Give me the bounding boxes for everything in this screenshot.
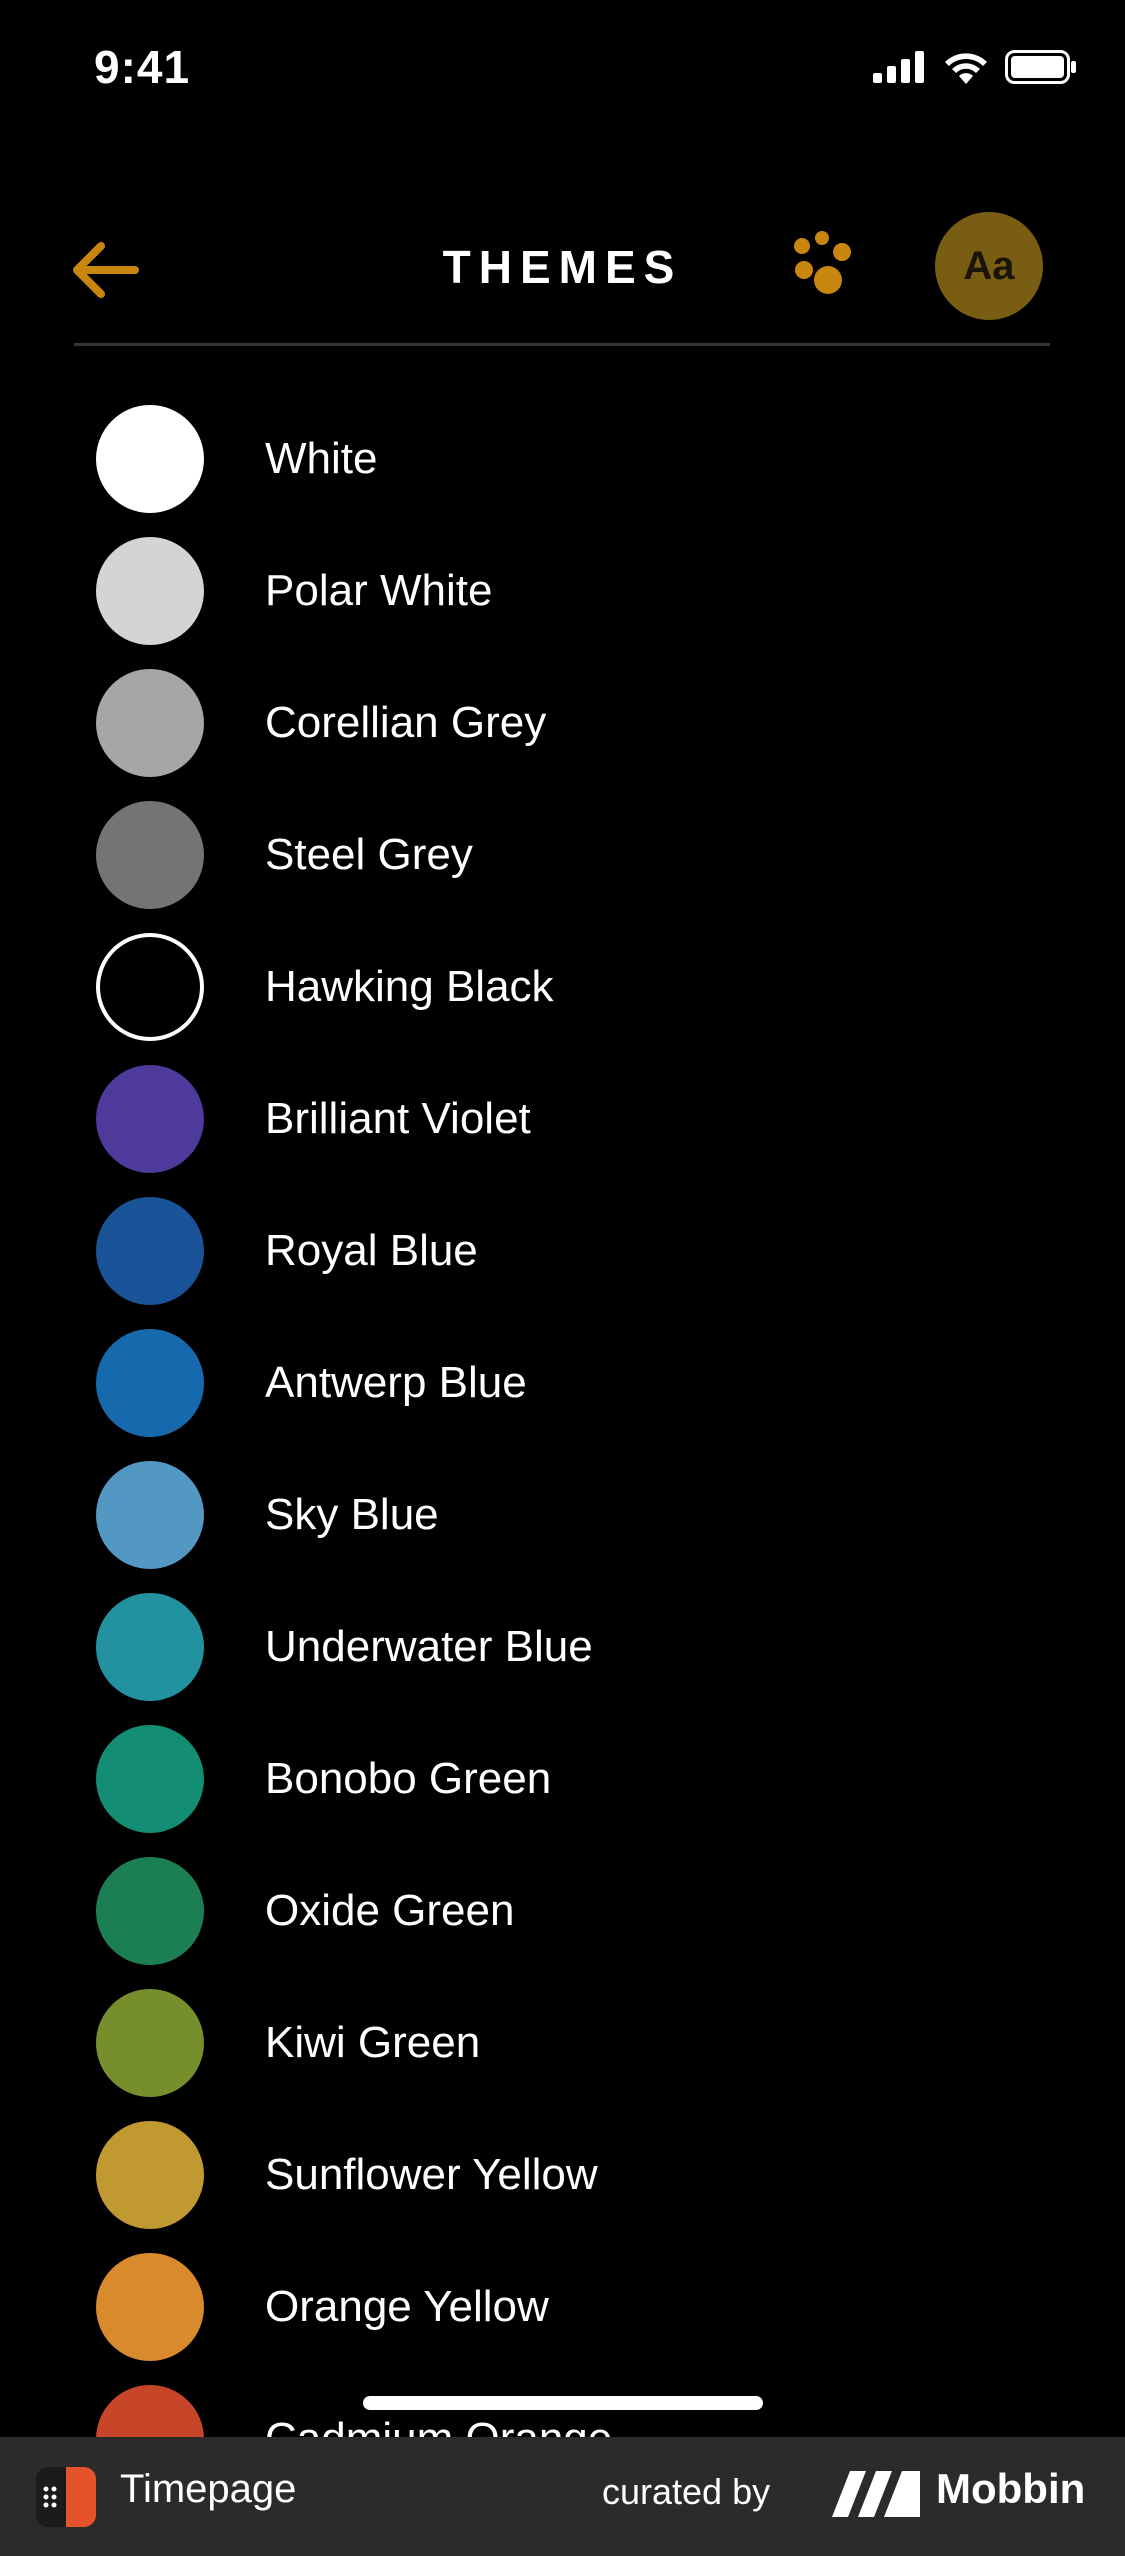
theme-label: White <box>265 434 378 483</box>
paw-dots-icon <box>794 231 851 294</box>
theme-swatch <box>96 405 204 513</box>
palette-button[interactable] <box>780 230 870 310</box>
theme-label: Cadmium Orange <box>265 2414 612 2437</box>
app-name: Timepage <box>120 2467 297 2511</box>
theme-item[interactable]: Polar White <box>0 525 1125 657</box>
theme-item[interactable]: Underwater Blue <box>0 1581 1125 1713</box>
theme-swatch <box>96 537 204 645</box>
theme-swatch <box>96 1857 204 1965</box>
theme-swatch <box>96 933 204 1041</box>
theme-item[interactable]: Bonobo Green <box>0 1713 1125 1845</box>
theme-item[interactable]: Oxide Green <box>0 1845 1125 1977</box>
theme-item[interactable]: Kiwi Green <box>0 1977 1125 2109</box>
theme-swatch <box>96 1461 204 1569</box>
font-button[interactable]: Aa <box>935 212 1043 320</box>
theme-label: Oxide Green <box>265 1886 515 1935</box>
theme-swatch <box>96 1065 204 1173</box>
theme-label: Antwerp Blue <box>265 1358 527 1407</box>
theme-item[interactable]: Orange Yellow <box>0 2241 1125 2373</box>
status-bar: 9:41 <box>0 0 1125 140</box>
theme-item[interactable]: Sky Blue <box>0 1449 1125 1581</box>
mobbin-brand: Mobbin <box>936 2465 1086 2512</box>
theme-item[interactable]: Corellian Grey <box>0 657 1125 789</box>
theme-label: Hawking Black <box>265 962 554 1011</box>
theme-swatch <box>96 1197 204 1305</box>
home-indicator[interactable] <box>363 2396 763 2410</box>
footer-bar: Timepage curated by Mobbin <box>0 2437 1125 2556</box>
theme-label: Orange Yellow <box>265 2282 549 2331</box>
theme-label: Steel Grey <box>265 830 473 879</box>
theme-item[interactable]: White <box>0 393 1125 525</box>
battery-icon <box>1005 50 1076 84</box>
theme-item[interactable]: Steel Grey <box>0 789 1125 921</box>
theme-item[interactable]: Brilliant Violet <box>0 1053 1125 1185</box>
wifi-icon <box>945 53 987 84</box>
theme-swatch <box>96 1725 204 1833</box>
theme-label: Polar White <box>265 566 493 615</box>
theme-swatch <box>96 801 204 909</box>
theme-label: Bonobo Green <box>265 1754 552 1803</box>
theme-swatch <box>96 2253 204 2361</box>
theme-item[interactable]: Antwerp Blue <box>0 1317 1125 1449</box>
theme-list: White Polar White Corellian Grey Steel Grey… <box>0 393 1125 2437</box>
theme-label: Corellian Grey <box>265 698 547 747</box>
cellular-signal-icon <box>873 51 924 83</box>
theme-item[interactable]: Hawking Black <box>0 921 1125 1053</box>
theme-swatch <box>96 1329 204 1437</box>
theme-label: Sky Blue <box>265 1490 439 1539</box>
theme-swatch <box>96 1593 204 1701</box>
theme-label: Sunflower Yellow <box>265 2150 598 2199</box>
theme-swatch <box>96 2121 204 2229</box>
theme-label: Underwater Blue <box>265 1622 593 1671</box>
theme-swatch <box>96 669 204 777</box>
timepage-app-icon <box>36 2467 96 2527</box>
header-divider <box>74 343 1050 346</box>
mobbin-logo-icon <box>832 2471 920 2517</box>
theme-label: Brilliant Violet <box>265 1094 531 1143</box>
theme-label: Royal Blue <box>265 1226 478 1275</box>
theme-item[interactable]: Sunflower Yellow <box>0 2109 1125 2241</box>
curated-by-label: curated by <box>602 2471 771 2512</box>
status-icons <box>873 50 1077 84</box>
theme-label: Kiwi Green <box>265 2018 481 2067</box>
theme-item[interactable]: Royal Blue <box>0 1185 1125 1317</box>
theme-swatch <box>96 1989 204 2097</box>
theme-swatch <box>96 2385 204 2437</box>
status-time: 9:41 <box>94 41 191 93</box>
